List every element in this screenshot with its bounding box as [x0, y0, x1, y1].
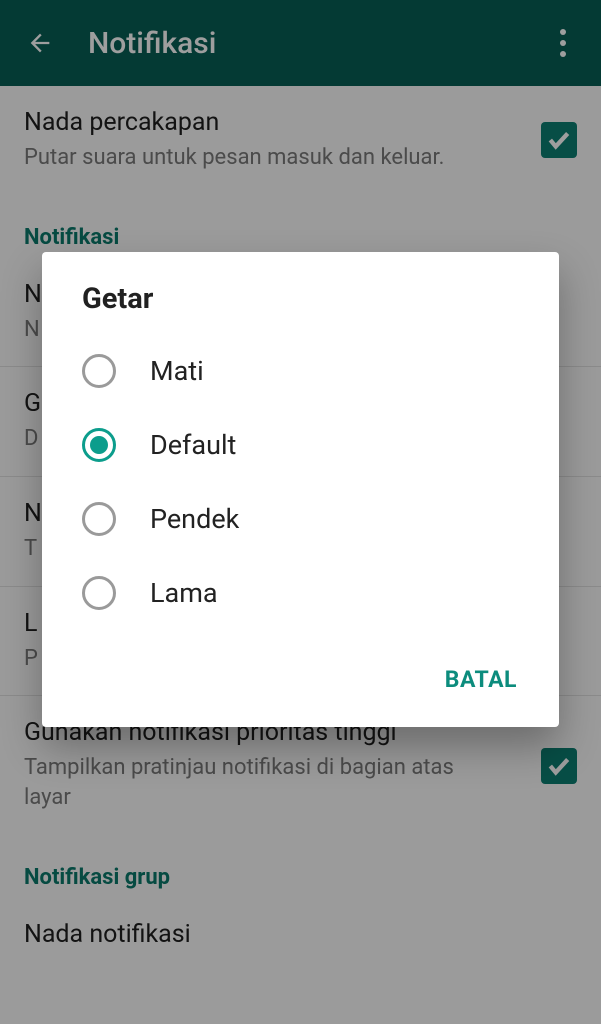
- radio-checked[interactable]: [82, 428, 116, 462]
- radio-unchecked[interactable]: [82, 354, 116, 388]
- dialog-title: Getar: [42, 282, 559, 334]
- option-label: Pendek: [150, 503, 239, 535]
- vibrate-dialog: Getar Mati Default Pendek Lama BATAL: [42, 252, 559, 727]
- radio-unchecked[interactable]: [82, 502, 116, 536]
- option-lama[interactable]: Lama: [42, 556, 559, 630]
- option-default[interactable]: Default: [42, 408, 559, 482]
- option-pendek[interactable]: Pendek: [42, 482, 559, 556]
- dialog-actions: BATAL: [42, 630, 559, 711]
- option-label: Mati: [150, 355, 204, 387]
- cancel-button[interactable]: BATAL: [431, 656, 531, 703]
- option-mati[interactable]: Mati: [42, 334, 559, 408]
- radio-unchecked[interactable]: [82, 576, 116, 610]
- option-label: Lama: [150, 577, 218, 609]
- option-label: Default: [150, 429, 236, 461]
